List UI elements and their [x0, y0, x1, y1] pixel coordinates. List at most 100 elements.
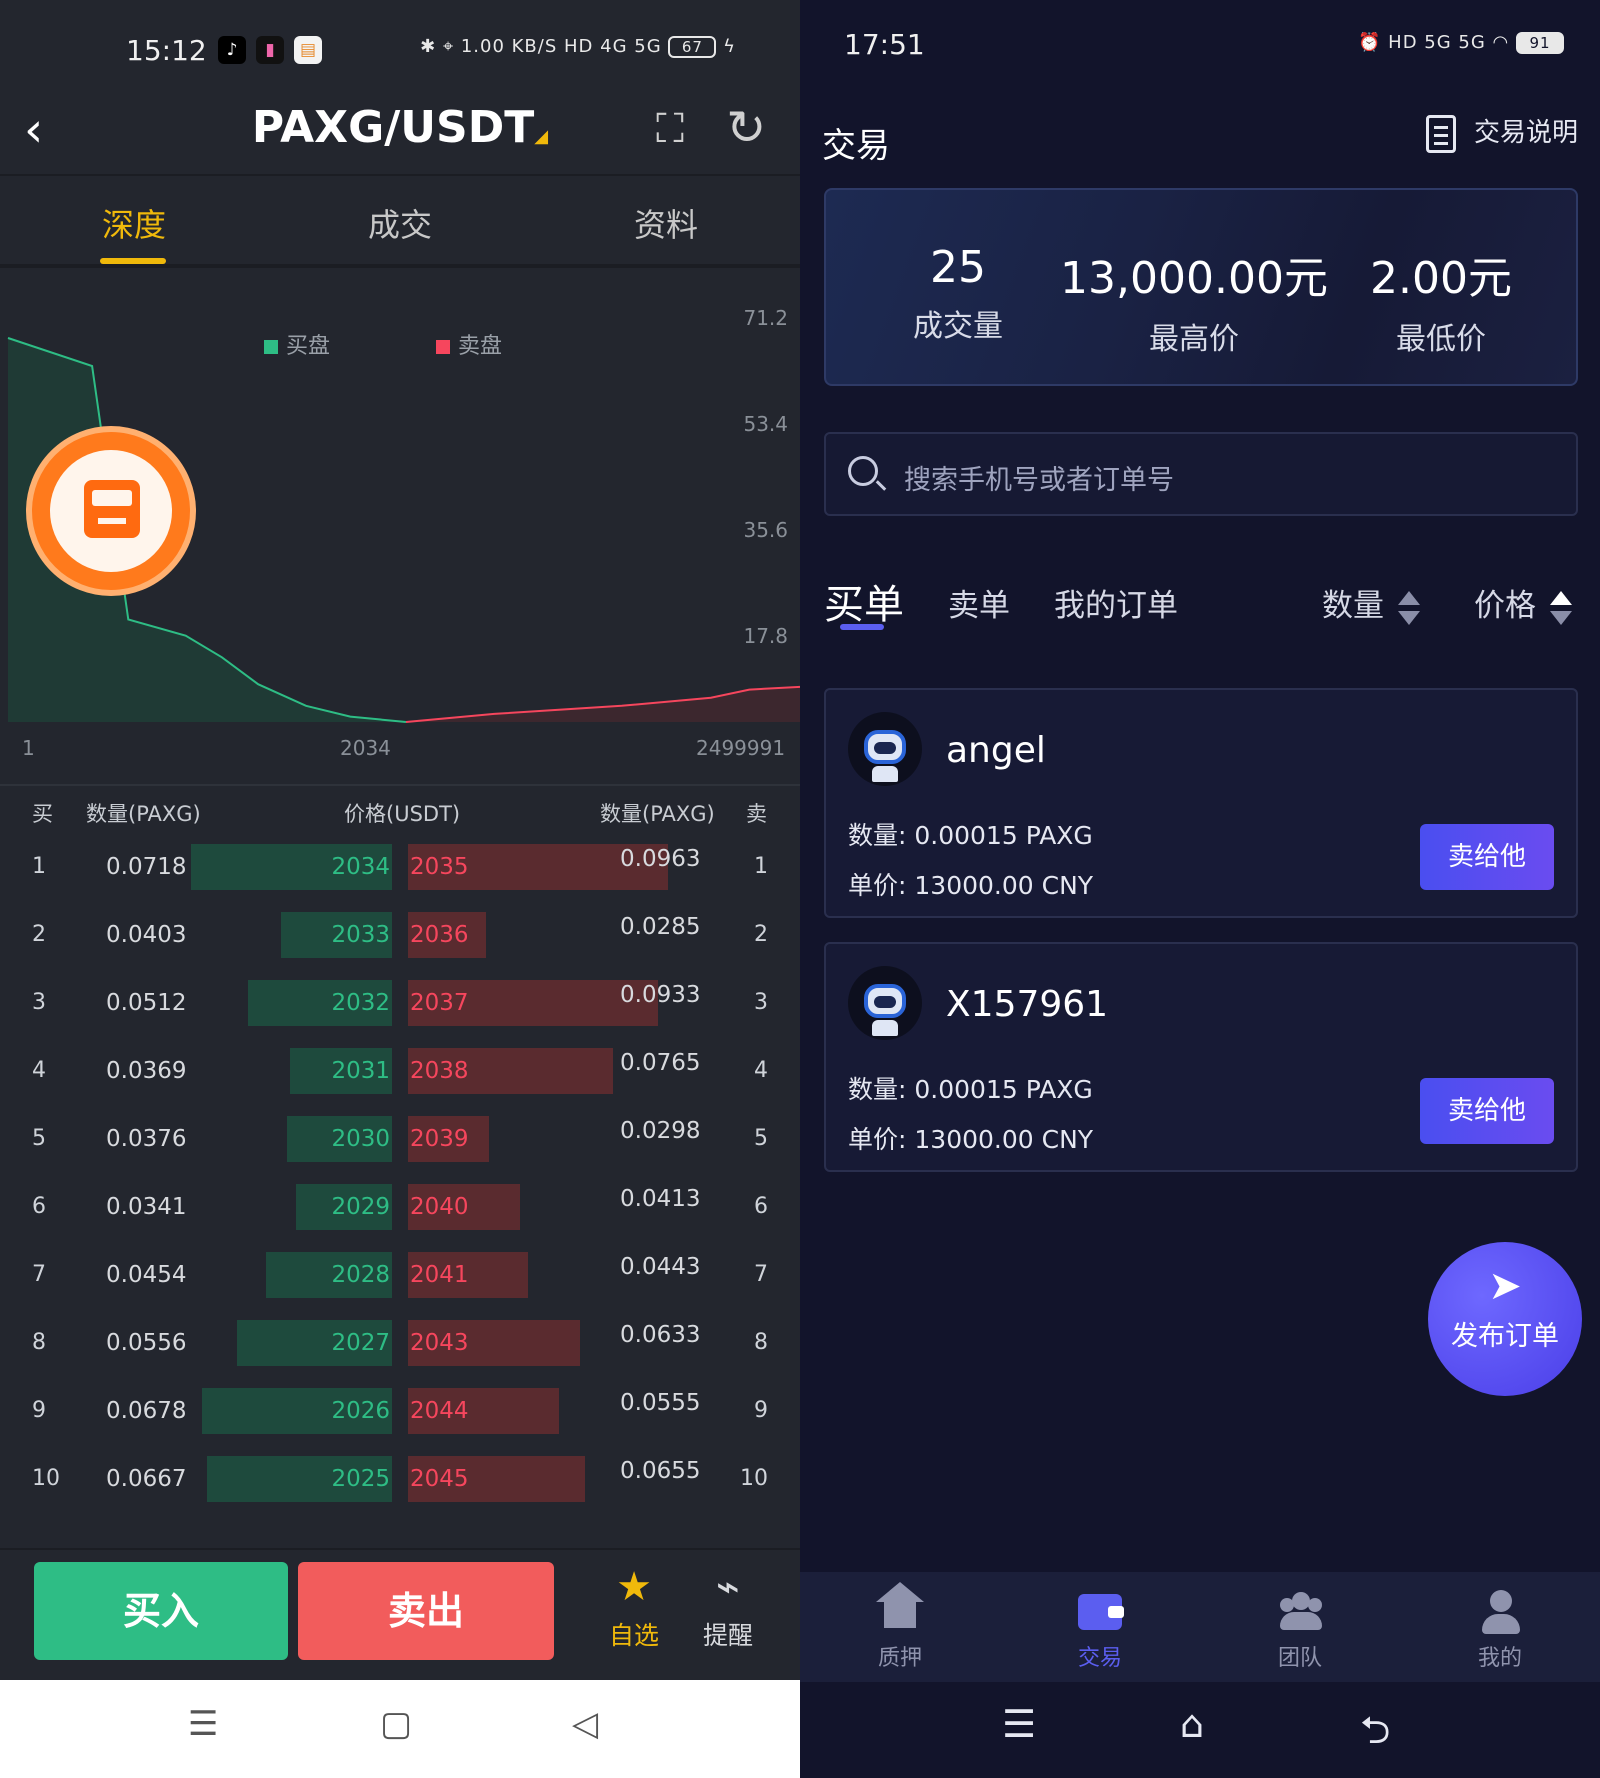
tab-sell-orders[interactable]: 卖单 [948, 580, 1010, 625]
order-card[interactable]: angel 数量: 0.00015 PAXG 单价: 13000.00 CNY … [824, 688, 1578, 918]
y-tick: 71.2 [743, 306, 788, 330]
y-tick: 35.6 [743, 518, 788, 542]
alert-icon: ⌁ [715, 1564, 741, 1610]
ask-index: 6 [754, 1194, 768, 1219]
orderbook-row[interactable]: 9 0.0678 2026 2044 0.0555 9 [0, 1382, 800, 1450]
bid-index: 8 [32, 1330, 46, 1355]
bid-qty: 0.0718 [106, 854, 187, 880]
header-qty-right: 数量(PAXG) [600, 802, 715, 826]
sort-qty-label: 数量 [1322, 588, 1384, 624]
right-panel-trade-screen: 17:51 ⏰ HD 5G 5G ◠ 91 交易 交易说明 25 成交量 13,… [800, 0, 1600, 1778]
battery-icon: 91 [1516, 32, 1564, 54]
orderbook-row[interactable]: 10 0.0667 2025 2045 0.0655 10 [0, 1450, 800, 1518]
ask-price: 2039 [410, 1126, 469, 1152]
menu-icon[interactable]: ☰ [1002, 1702, 1036, 1746]
buy-button[interactable]: 买入 [34, 1562, 288, 1660]
publish-order-label: 发布订单 [1451, 1321, 1559, 1352]
app-icon: ▮ [256, 36, 284, 64]
sort-icon [1550, 590, 1572, 625]
order-card[interactable]: X157961 数量: 0.00015 PAXG 单价: 13000.00 CN… [824, 942, 1578, 1172]
ask-price: 2045 [410, 1466, 469, 1492]
orderbook-row[interactable]: 6 0.0341 2029 2040 0.0413 6 [0, 1178, 800, 1246]
favorite-label: 自选 [608, 1621, 659, 1650]
orderbook-row[interactable]: 1 0.0718 2034 2035 0.0963 1 [0, 838, 800, 906]
ask-qty: 0.0413 [620, 1186, 701, 1212]
orderbook-row[interactable]: 2 0.0403 2033 2036 0.0285 2 [0, 906, 800, 974]
bid-price: 2025 [331, 1466, 390, 1492]
tabbar-item-stake[interactable]: 质押 [840, 1582, 960, 1672]
orderbook-row[interactable]: 7 0.0454 2028 2041 0.0443 7 [0, 1246, 800, 1314]
status-bar: 15:12 ♪ ▮ ▤ ✱ ⌖ 1.00 KB/S HD 4G 5G 67 ϟ [0, 0, 800, 90]
depth-tabs: 深度 成交 资料 [0, 178, 800, 268]
home-icon[interactable]: ▢ [380, 1704, 412, 1744]
legend-bids: 买盘 [264, 328, 330, 360]
ask-qty: 0.0655 [620, 1458, 701, 1484]
tab-my-orders[interactable]: 我的订单 [1054, 580, 1178, 625]
bid-price: 2028 [331, 1262, 390, 1288]
ask-index: 8 [754, 1330, 768, 1355]
ask-qty: 0.0633 [620, 1322, 701, 1348]
back-icon[interactable]: ⮌ [1360, 1702, 1390, 1767]
tab-depth[interactable]: 深度 [34, 200, 234, 246]
system-nav-bar: ☰ ▢ ◁ [0, 1680, 800, 1778]
active-tab-indicator [840, 624, 884, 630]
star-icon: ★ [616, 1564, 652, 1610]
refresh-icon[interactable]: ↻ [726, 100, 766, 156]
tabbar-item-mine[interactable]: 我的 [1440, 1586, 1560, 1672]
sell-button[interactable]: 卖出 [298, 1562, 554, 1660]
bid-price: 2033 [331, 922, 390, 948]
status-time: 17:51 [844, 28, 925, 61]
bid-price: 2029 [331, 1194, 390, 1220]
bid-qty: 0.0454 [106, 1262, 187, 1288]
floating-truck-icon[interactable] [26, 426, 196, 596]
y-tick: 53.4 [743, 412, 788, 436]
search-placeholder: 搜索手机号或者订单号 [904, 465, 1174, 496]
sell-to-him-button[interactable]: 卖给他 [1420, 824, 1554, 890]
qty-label: 数量: [848, 821, 907, 850]
page-title: 交易 [822, 126, 890, 166]
sell-to-him-button[interactable]: 卖给他 [1420, 1078, 1554, 1144]
tabbar-item-team[interactable]: 团队 [1240, 1586, 1360, 1672]
favorite-button[interactable]: ★ 自选 [594, 1564, 674, 1652]
tabbar-item-trade[interactable]: 交易 [1040, 1586, 1160, 1672]
tab-buy-orders[interactable]: 买单 [824, 572, 904, 630]
bid-index: 2 [32, 922, 46, 947]
location-icon: ⌖ [442, 36, 455, 57]
search-input[interactable]: 搜索手机号或者订单号 [824, 432, 1578, 516]
wallet-icon [1078, 1594, 1124, 1630]
remind-button[interactable]: ⌁ 提醒 [688, 1564, 768, 1652]
ask-qty: 0.0298 [620, 1118, 701, 1144]
bid-price: 2030 [331, 1126, 390, 1152]
bid-index: 4 [32, 1058, 46, 1083]
sort-price-label: 价格 [1474, 588, 1536, 624]
fullscreen-icon[interactable]: ⛶ [656, 106, 684, 152]
tabbar-label: 我的 [1477, 1646, 1522, 1671]
action-bar: 买入 卖出 ★ 自选 ⌁ 提醒 [0, 1548, 800, 1680]
stat-high: 13,000.00元 最高价 [1054, 242, 1334, 358]
orderbook-row[interactable]: 5 0.0376 2030 2039 0.0298 5 [0, 1110, 800, 1178]
back-icon[interactable]: ◁ [572, 1704, 598, 1744]
search-icon [848, 456, 878, 486]
bid-index: 1 [32, 854, 46, 879]
legend-bids-swatch [264, 340, 278, 354]
tab-trades[interactable]: 成交 [300, 200, 500, 246]
net-speed: 1.00 KB/S [460, 36, 558, 57]
menu-icon[interactable]: ☰ [188, 1704, 218, 1744]
orderbook-row[interactable]: 8 0.0556 2027 2043 0.0633 8 [0, 1314, 800, 1382]
publish-order-button[interactable]: ➤ 发布订单 [1428, 1242, 1582, 1396]
qty-value: 0.00015 PAXG [914, 821, 1093, 850]
orderbook-row[interactable]: 4 0.0369 2031 2038 0.0765 4 [0, 1042, 800, 1110]
tab-info[interactable]: 资料 [566, 200, 766, 246]
bid-qty: 0.0678 [106, 1398, 187, 1424]
x-tick: 1 [22, 736, 35, 760]
orderbook-row[interactable]: 3 0.0512 2032 2037 0.0933 3 [0, 974, 800, 1042]
sort-by-price[interactable]: 价格 [1474, 580, 1572, 625]
home-icon[interactable]: ⌂ [1180, 1702, 1204, 1746]
trade-help-link[interactable]: 交易说明 [1425, 112, 1578, 153]
stat-label: 最低价 [1396, 322, 1486, 357]
ask-index: 3 [754, 990, 768, 1015]
sort-by-qty[interactable]: 数量 [1322, 580, 1420, 625]
price-label: 单价: [848, 1125, 907, 1154]
x-tick: 2499991 [696, 736, 786, 760]
ask-index: 1 [754, 854, 768, 879]
